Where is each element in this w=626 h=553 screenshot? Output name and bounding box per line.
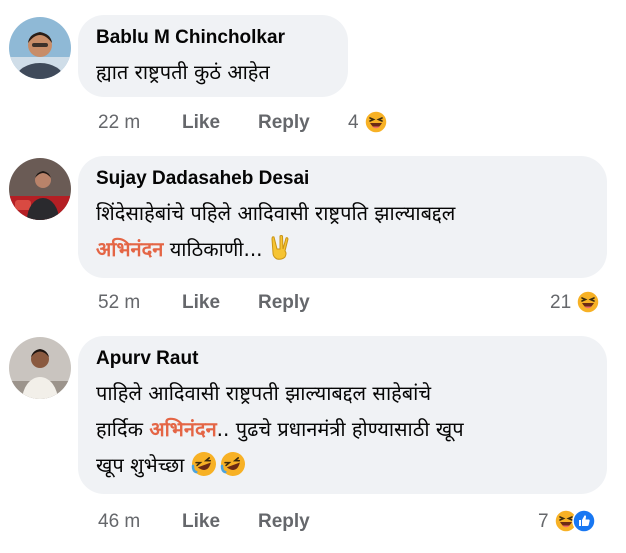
comment-text-line: खूप शुभेच्छा (96, 447, 589, 488)
reaction-summary[interactable]: 7 (538, 509, 598, 533)
highlighted-word: अभिनंदन (96, 237, 164, 261)
reaction-count: 4 (348, 112, 359, 133)
comment-text-line: अभिनंदन याठिकाणी... (96, 231, 589, 272)
comment-text: ह्यात राष्ट्रपती कुठं आहेत (96, 60, 270, 84)
rolling-laughing-emoji (191, 451, 247, 488)
comment-time[interactable]: 46 m (98, 511, 140, 533)
comment-text-segment: याठिकाणी... (163, 237, 263, 261)
haha-reaction-icon (364, 110, 388, 140)
author-name[interactable]: Sujay Dadasaheb Desai (96, 167, 589, 191)
avatar[interactable] (9, 17, 71, 79)
comment-text: शिंदेसाहेबांचे पहिले आदिवासी राष्ट्रपति … (96, 195, 589, 272)
reaction-count: 21 (550, 292, 572, 313)
haha-reaction-icon (576, 290, 601, 320)
comment-text: पाहिले आदिवासी राष्ट्रपती झाल्याबद्दल सा… (96, 375, 589, 488)
comment-text-line: पाहिले आदिवासी राष्ट्रपती झाल्याबद्दल सा… (96, 381, 432, 405)
avatar[interactable] (9, 337, 71, 399)
comment-time[interactable]: 22 m (98, 112, 140, 134)
comment-time[interactable]: 52 m (98, 292, 140, 314)
avatar[interactable] (9, 158, 71, 220)
comment-text-line: हार्दिक अभिनंदन.. पुढचे प्रधानमंत्री होण… (96, 411, 589, 447)
highlighted-word: अभिनंदन (149, 417, 217, 441)
author-name[interactable]: Bablu M Chincholkar (96, 26, 330, 50)
reaction-summary[interactable]: 4 (348, 110, 388, 140)
like-button[interactable]: Like (182, 511, 220, 533)
comment-text-line: शिंदेसाहेबांचे पहिले आदिवासी राष्ट्रपति … (96, 201, 456, 225)
reply-button[interactable]: Reply (258, 292, 310, 314)
victory-hand-emoji (269, 235, 291, 272)
reaction-summary[interactable]: 21 (550, 290, 601, 320)
comment-bubble: Bablu M Chincholkar ह्यात राष्ट्रपती कुठ… (78, 15, 348, 97)
comment-bubble: Sujay Dadasaheb Desai शिंदेसाहेबांचे पहि… (78, 156, 607, 278)
reply-button[interactable]: Reply (258, 511, 310, 533)
like-reaction-icon (572, 509, 596, 533)
comment-text-segment: .. पुढचे प्रधानमंत्री होण्यासाठी खूप (216, 417, 464, 441)
comment-text-segment: खूप शुभेच्छा (96, 453, 185, 477)
comment-text-segment: हार्दिक (96, 417, 150, 441)
reply-button[interactable]: Reply (258, 112, 310, 134)
comment-bubble: Apurv Raut पाहिले आदिवासी राष्ट्रपती झाल… (78, 336, 607, 494)
like-button[interactable]: Like (182, 292, 220, 314)
like-button[interactable]: Like (182, 112, 220, 134)
reaction-count: 7 (538, 511, 549, 532)
author-name[interactable]: Apurv Raut (96, 347, 589, 371)
